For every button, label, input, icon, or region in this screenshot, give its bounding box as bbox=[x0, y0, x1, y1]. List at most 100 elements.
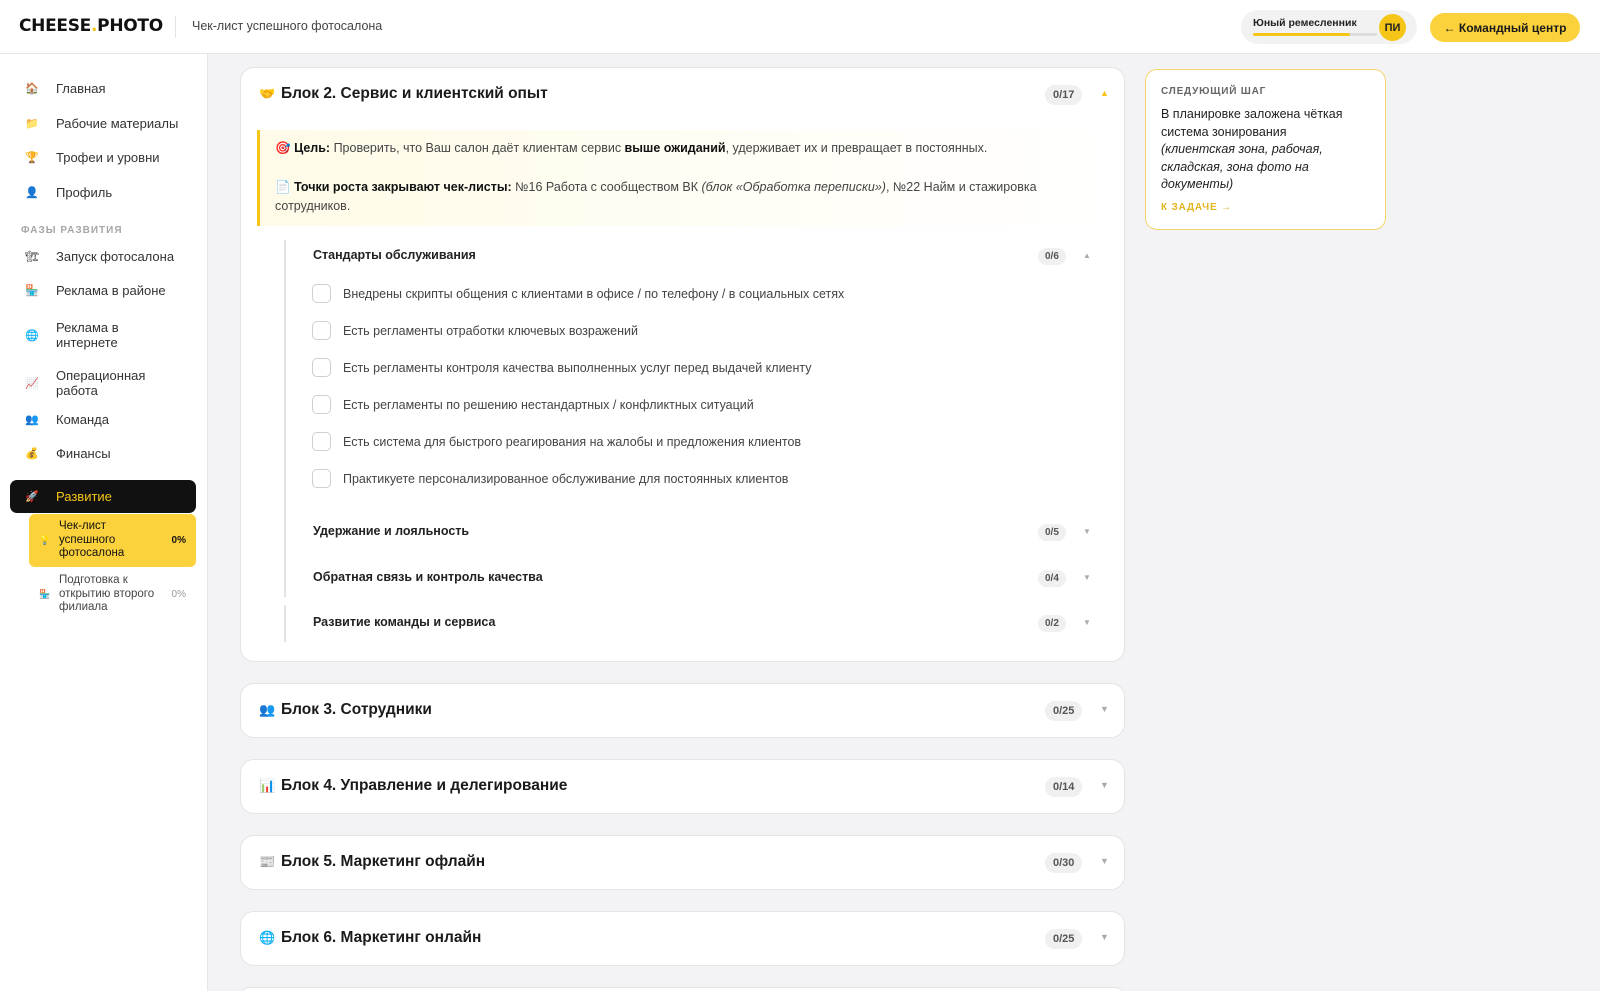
trophy-icon: 🏆 bbox=[25, 151, 39, 164]
handshake-icon: 🤝 bbox=[259, 86, 276, 101]
globe-icon: 🌐 bbox=[259, 930, 276, 945]
sidebar-item-team[interactable]: 👥 Команда bbox=[10, 409, 196, 429]
checklist-block-6[interactable]: 🌐 Блок 6. Маркетинг онлайн 0/25 ▼ bbox=[240, 911, 1125, 966]
sidebar-item-profile[interactable]: 👤 Профиль bbox=[10, 182, 196, 202]
go-to-task-link[interactable]: К ЗАДАЧЕ → bbox=[1161, 202, 1232, 213]
sidebar-item-launch[interactable]: 🏗 Запуск фотосалона bbox=[10, 246, 196, 266]
checklist-item[interactable]: Есть регламенты отработки ключевых возра… bbox=[312, 321, 638, 340]
sidebar-item-operations[interactable]: 📈 Операционная работа bbox=[10, 368, 196, 398]
sidebar-item-local-ads[interactable]: 🏪 Реклама в районе bbox=[10, 280, 196, 300]
chevron-down-icon[interactable]: ▼ bbox=[1083, 573, 1091, 582]
checkbox[interactable] bbox=[312, 321, 331, 340]
sidebar-item-label: Рабочие материалы bbox=[56, 115, 179, 131]
sidebar-item-label: Реклама в интернете bbox=[56, 320, 119, 350]
checklist-item-label: Есть система для быстрого реагирования н… bbox=[343, 434, 802, 449]
checklist-block-4[interactable]: 📊 Блок 4. Управление и делегирование 0/1… bbox=[240, 759, 1125, 814]
chevron-down-icon[interactable]: ▼ bbox=[1083, 527, 1091, 536]
group-title[interactable]: Стандарты обслуживания bbox=[313, 248, 476, 262]
chevron-down-icon[interactable]: ▼ bbox=[1100, 704, 1109, 714]
avatar[interactable]: ПИ bbox=[1379, 14, 1406, 41]
chevron-up-icon[interactable]: ▲ bbox=[1100, 88, 1109, 98]
block-title: Блок 6. Маркетинг онлайн bbox=[281, 929, 482, 946]
checklist-item[interactable]: Внедрены скрипты общения с клиентами в о… bbox=[312, 284, 844, 303]
checklist-group[interactable]: Удержание и лояльность 0/5 ▼ bbox=[284, 514, 1094, 551]
sidebar-item-trophies[interactable]: 🏆 Трофеи и уровни bbox=[10, 147, 196, 167]
construction-icon: 🏗 bbox=[25, 250, 39, 263]
next-step-text: В планировке заложена чёткая система зон… bbox=[1161, 107, 1343, 191]
document-icon: 📄 bbox=[275, 180, 291, 194]
sidebar-item-materials[interactable]: 📁 Рабочие материалы bbox=[10, 113, 196, 133]
block-count-badge: 0/25 bbox=[1045, 929, 1083, 949]
checkbox[interactable] bbox=[312, 358, 331, 377]
sidebar-subitem-percent: 0% bbox=[171, 535, 186, 546]
block-title: Блок 4. Управление и делегирование bbox=[281, 777, 568, 794]
checklist-block-3[interactable]: 👥 Блок 3. Сотрудники 0/25 ▼ bbox=[240, 683, 1125, 738]
checklist-item[interactable]: Практикуете персонализированное обслужив… bbox=[312, 469, 788, 488]
user-icon: 👤 bbox=[25, 186, 39, 199]
logo[interactable]: CHEESE.PHOTO bbox=[19, 16, 163, 36]
rank-widget[interactable]: Юный ремесленник ПИ bbox=[1241, 10, 1417, 44]
chevron-up-icon[interactable]: ▲ bbox=[1083, 251, 1091, 260]
block-count-badge: 0/30 bbox=[1045, 853, 1083, 873]
group-count-badge: 0/4 bbox=[1038, 570, 1066, 587]
checklist-item[interactable]: Есть регламенты по решению нестандартных… bbox=[312, 395, 754, 414]
sidebar-item-home[interactable]: 🏠 Главная bbox=[10, 78, 196, 98]
block-header[interactable]: 👥 Блок 3. Сотрудники bbox=[259, 701, 432, 719]
money-bag-icon: 💰 bbox=[25, 447, 39, 460]
block-header[interactable]: 🤝 Блок 2. Сервис и клиентский опыт bbox=[259, 85, 548, 103]
sidebar-subitem-checklist[interactable]: 💡 Чек-лист успешного фотосалона 0% bbox=[29, 514, 196, 567]
checklist-block-5[interactable]: 📰 Блок 5. Маркетинг офлайн 0/30 ▼ bbox=[240, 835, 1125, 890]
block-header[interactable]: 📊 Блок 4. Управление и делегирование bbox=[259, 777, 567, 795]
top-header: CHEESE.PHOTO Чек-лист успешного фотосало… bbox=[0, 0, 1600, 54]
sidebar-subitem-percent: 0% bbox=[171, 589, 186, 600]
page-title: Чек-лист успешного фотосалона bbox=[192, 19, 383, 33]
checkbox[interactable] bbox=[312, 469, 331, 488]
sidebar-item-label: Финансы bbox=[56, 445, 111, 461]
chart-up-icon: 📈 bbox=[25, 377, 39, 390]
chevron-down-icon[interactable]: ▼ bbox=[1083, 618, 1091, 627]
checkbox[interactable] bbox=[312, 395, 331, 414]
team-icon: 👥 bbox=[25, 413, 39, 426]
sidebar-subitem-second-branch[interactable]: 🏪 Подготовка к открытию второго филиала … bbox=[29, 568, 196, 621]
next-step-card: СЛЕДУЮЩИЙ ШАГ В планировке заложена чётк… bbox=[1145, 69, 1386, 230]
home-icon: 🏠 bbox=[25, 82, 39, 95]
checklist-block-next[interactable] bbox=[240, 987, 1125, 991]
sidebar-item-label: Запуск фотосалона bbox=[56, 248, 175, 264]
checklist-item-label: Практикуете персонализированное обслужив… bbox=[343, 471, 789, 486]
growth-points-line: 📄 Точки роста закрывают чек-листы: №16 Р… bbox=[275, 180, 1037, 213]
block-header[interactable]: 🌐 Блок 6. Маркетинг онлайн bbox=[259, 929, 481, 947]
sidebar-item-label: Главная bbox=[56, 80, 106, 96]
checklist-group[interactable]: Обратная связь и контроль качества 0/4 ▼ bbox=[284, 560, 1094, 597]
checkbox[interactable] bbox=[312, 284, 331, 303]
group-count-badge: 0/5 bbox=[1038, 524, 1066, 541]
sidebar-item-finance[interactable]: 💰 Финансы bbox=[10, 443, 196, 463]
checklist-item[interactable]: Есть регламенты контроля качества выполн… bbox=[312, 358, 812, 377]
block-header[interactable]: 📰 Блок 5. Маркетинг офлайн bbox=[259, 853, 485, 871]
goal-box: 🎯 Цель: Проверить, что Ваш салон даёт кл… bbox=[257, 130, 1109, 226]
checklist-group[interactable]: Развитие команды и сервиса 0/2 ▼ bbox=[284, 605, 1094, 642]
command-center-button[interactable]: ← Командный центр bbox=[1430, 13, 1580, 42]
chevron-down-icon[interactable]: ▼ bbox=[1100, 932, 1109, 942]
checklist-item-label: Есть регламенты по решению нестандартных… bbox=[343, 397, 754, 412]
checklist-item[interactable]: Есть система для быстрого реагирования н… bbox=[312, 432, 801, 451]
shop-icon: 🏪 bbox=[25, 284, 39, 297]
group-count-badge: 0/2 bbox=[1038, 615, 1066, 632]
checkbox[interactable] bbox=[312, 432, 331, 451]
folder-icon: 📁 bbox=[25, 117, 39, 130]
sidebar-item-label: Развитие bbox=[56, 489, 112, 504]
sidebar-subitem-label: Подготовка к открытию второго филиала bbox=[59, 574, 155, 614]
sidebar-item-online-ads[interactable]: 🌐 Реклама в интернете bbox=[10, 320, 196, 350]
block-title: Блок 5. Маркетинг офлайн bbox=[281, 853, 486, 870]
sidebar: 🏠 Главная 📁 Рабочие материалы 🏆 Трофеи и… bbox=[0, 54, 208, 991]
sidebar-section-title: ФАЗЫ РАЗВИТИЯ bbox=[21, 225, 123, 236]
checklist-block-2: 🤝 Блок 2. Сервис и клиентский опыт 0/17 … bbox=[240, 67, 1125, 662]
checklist-item-label: Есть регламенты контроля качества выполн… bbox=[343, 360, 812, 375]
rocket-icon: 🚀 bbox=[25, 491, 39, 503]
block-title: Блок 2. Сервис и клиентский опыт bbox=[281, 85, 548, 102]
chevron-down-icon[interactable]: ▼ bbox=[1100, 780, 1109, 790]
globe-icon: 🌐 bbox=[25, 329, 39, 342]
sidebar-item-label: Реклама в районе bbox=[56, 282, 166, 298]
chevron-down-icon[interactable]: ▼ bbox=[1100, 856, 1109, 866]
sidebar-item-development[interactable]: 🚀 Развитие bbox=[10, 480, 196, 513]
block-count-badge: 0/14 bbox=[1045, 777, 1083, 797]
